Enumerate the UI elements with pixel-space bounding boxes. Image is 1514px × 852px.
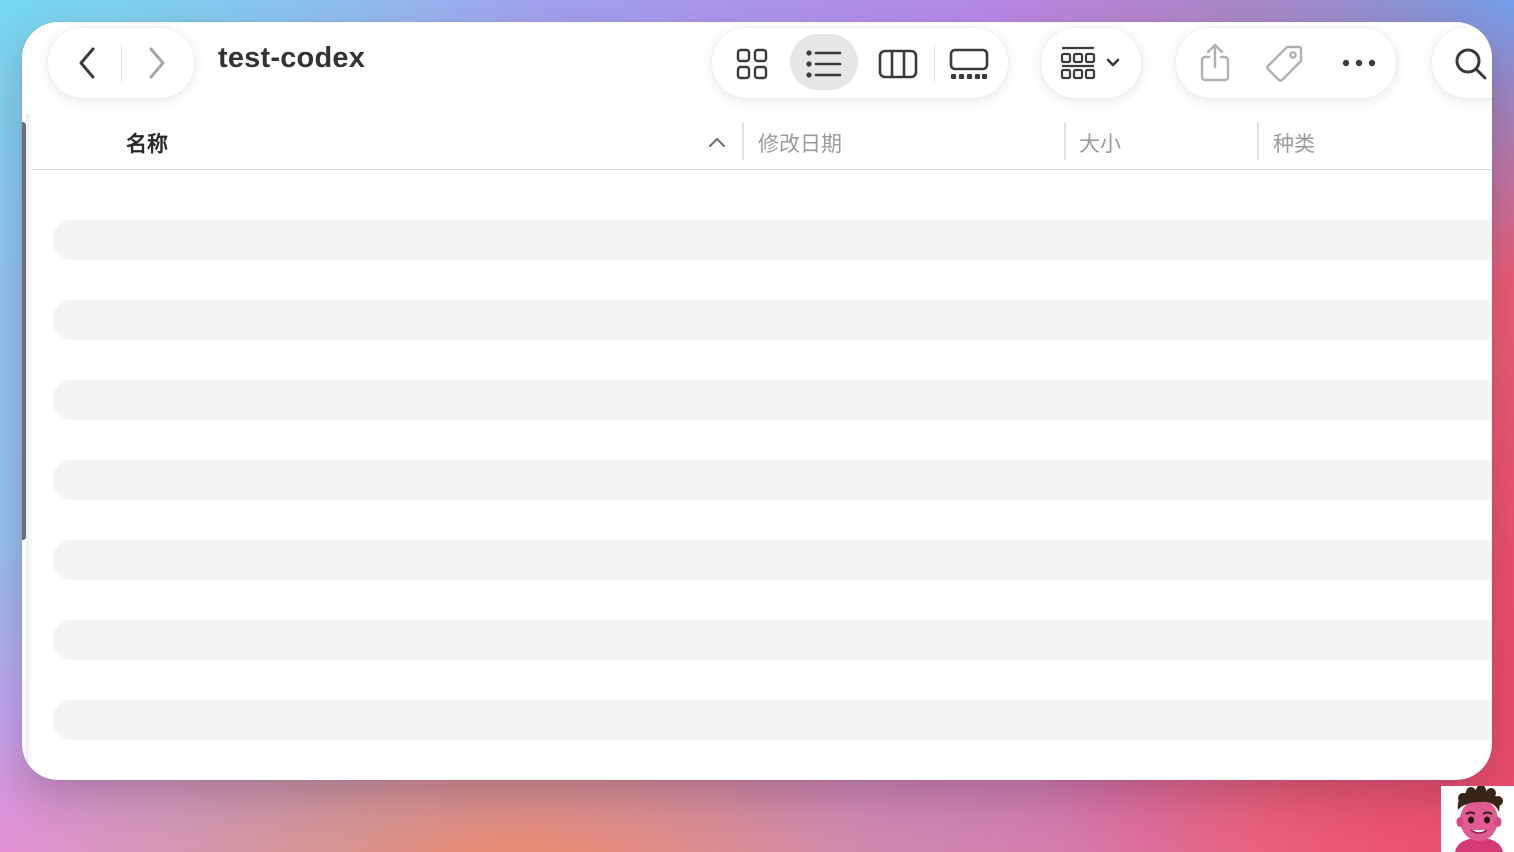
grid-icon xyxy=(736,48,768,80)
navigation-group xyxy=(48,28,194,98)
share-icon xyxy=(1200,43,1230,82)
column-divider[interactable] xyxy=(1257,122,1259,160)
group-by-icon xyxy=(1059,45,1097,81)
columns-icon xyxy=(878,49,918,79)
list-stripe xyxy=(52,460,1492,500)
forward-button[interactable] xyxy=(138,45,174,81)
list-stripe xyxy=(52,540,1492,580)
column-header-modified[interactable]: 修改日期 xyxy=(758,126,842,162)
icon-view-button[interactable] xyxy=(732,44,772,84)
window-title: test-codex xyxy=(218,42,366,74)
user-avatar[interactable] xyxy=(1441,786,1514,852)
chevron-down-icon xyxy=(1104,54,1122,72)
finder-window: test-codex 名称 修改日期 大小 种类 xyxy=(22,22,1492,780)
column-divider[interactable] xyxy=(742,122,744,160)
tag-button[interactable] xyxy=(1264,42,1306,84)
column-header-size[interactable]: 大小 xyxy=(1079,126,1121,162)
header-divider xyxy=(32,169,1492,170)
chevron-right-icon xyxy=(149,47,165,79)
sidebar-shadow xyxy=(26,114,33,780)
list-view-button[interactable] xyxy=(804,44,844,84)
memoji-avatar-icon xyxy=(1455,786,1503,852)
column-view-button[interactable] xyxy=(876,44,920,84)
gallery-view-button[interactable] xyxy=(946,44,992,84)
action-group xyxy=(1176,28,1396,98)
column-header-kind[interactable]: 种类 xyxy=(1273,126,1315,162)
list-stripe xyxy=(52,700,1492,740)
group-by-button[interactable] xyxy=(1041,28,1141,98)
list-stripe xyxy=(52,380,1492,420)
list-stripe xyxy=(52,300,1492,340)
more-icon xyxy=(1342,59,1376,67)
tag-icon xyxy=(1266,45,1303,82)
gallery-icon xyxy=(949,48,989,79)
sort-ascending-icon[interactable] xyxy=(706,134,728,150)
more-button[interactable] xyxy=(1338,42,1380,84)
column-header-name[interactable]: 名称 xyxy=(126,126,168,162)
list-icon xyxy=(806,50,842,78)
search-icon xyxy=(1452,45,1490,83)
list-stripe xyxy=(52,620,1492,660)
search-button[interactable] xyxy=(1432,28,1492,98)
chevron-left-icon xyxy=(79,47,95,79)
list-stripe xyxy=(52,220,1492,260)
back-button[interactable] xyxy=(70,45,106,81)
share-button[interactable] xyxy=(1194,42,1236,84)
column-divider[interactable] xyxy=(1064,122,1066,160)
